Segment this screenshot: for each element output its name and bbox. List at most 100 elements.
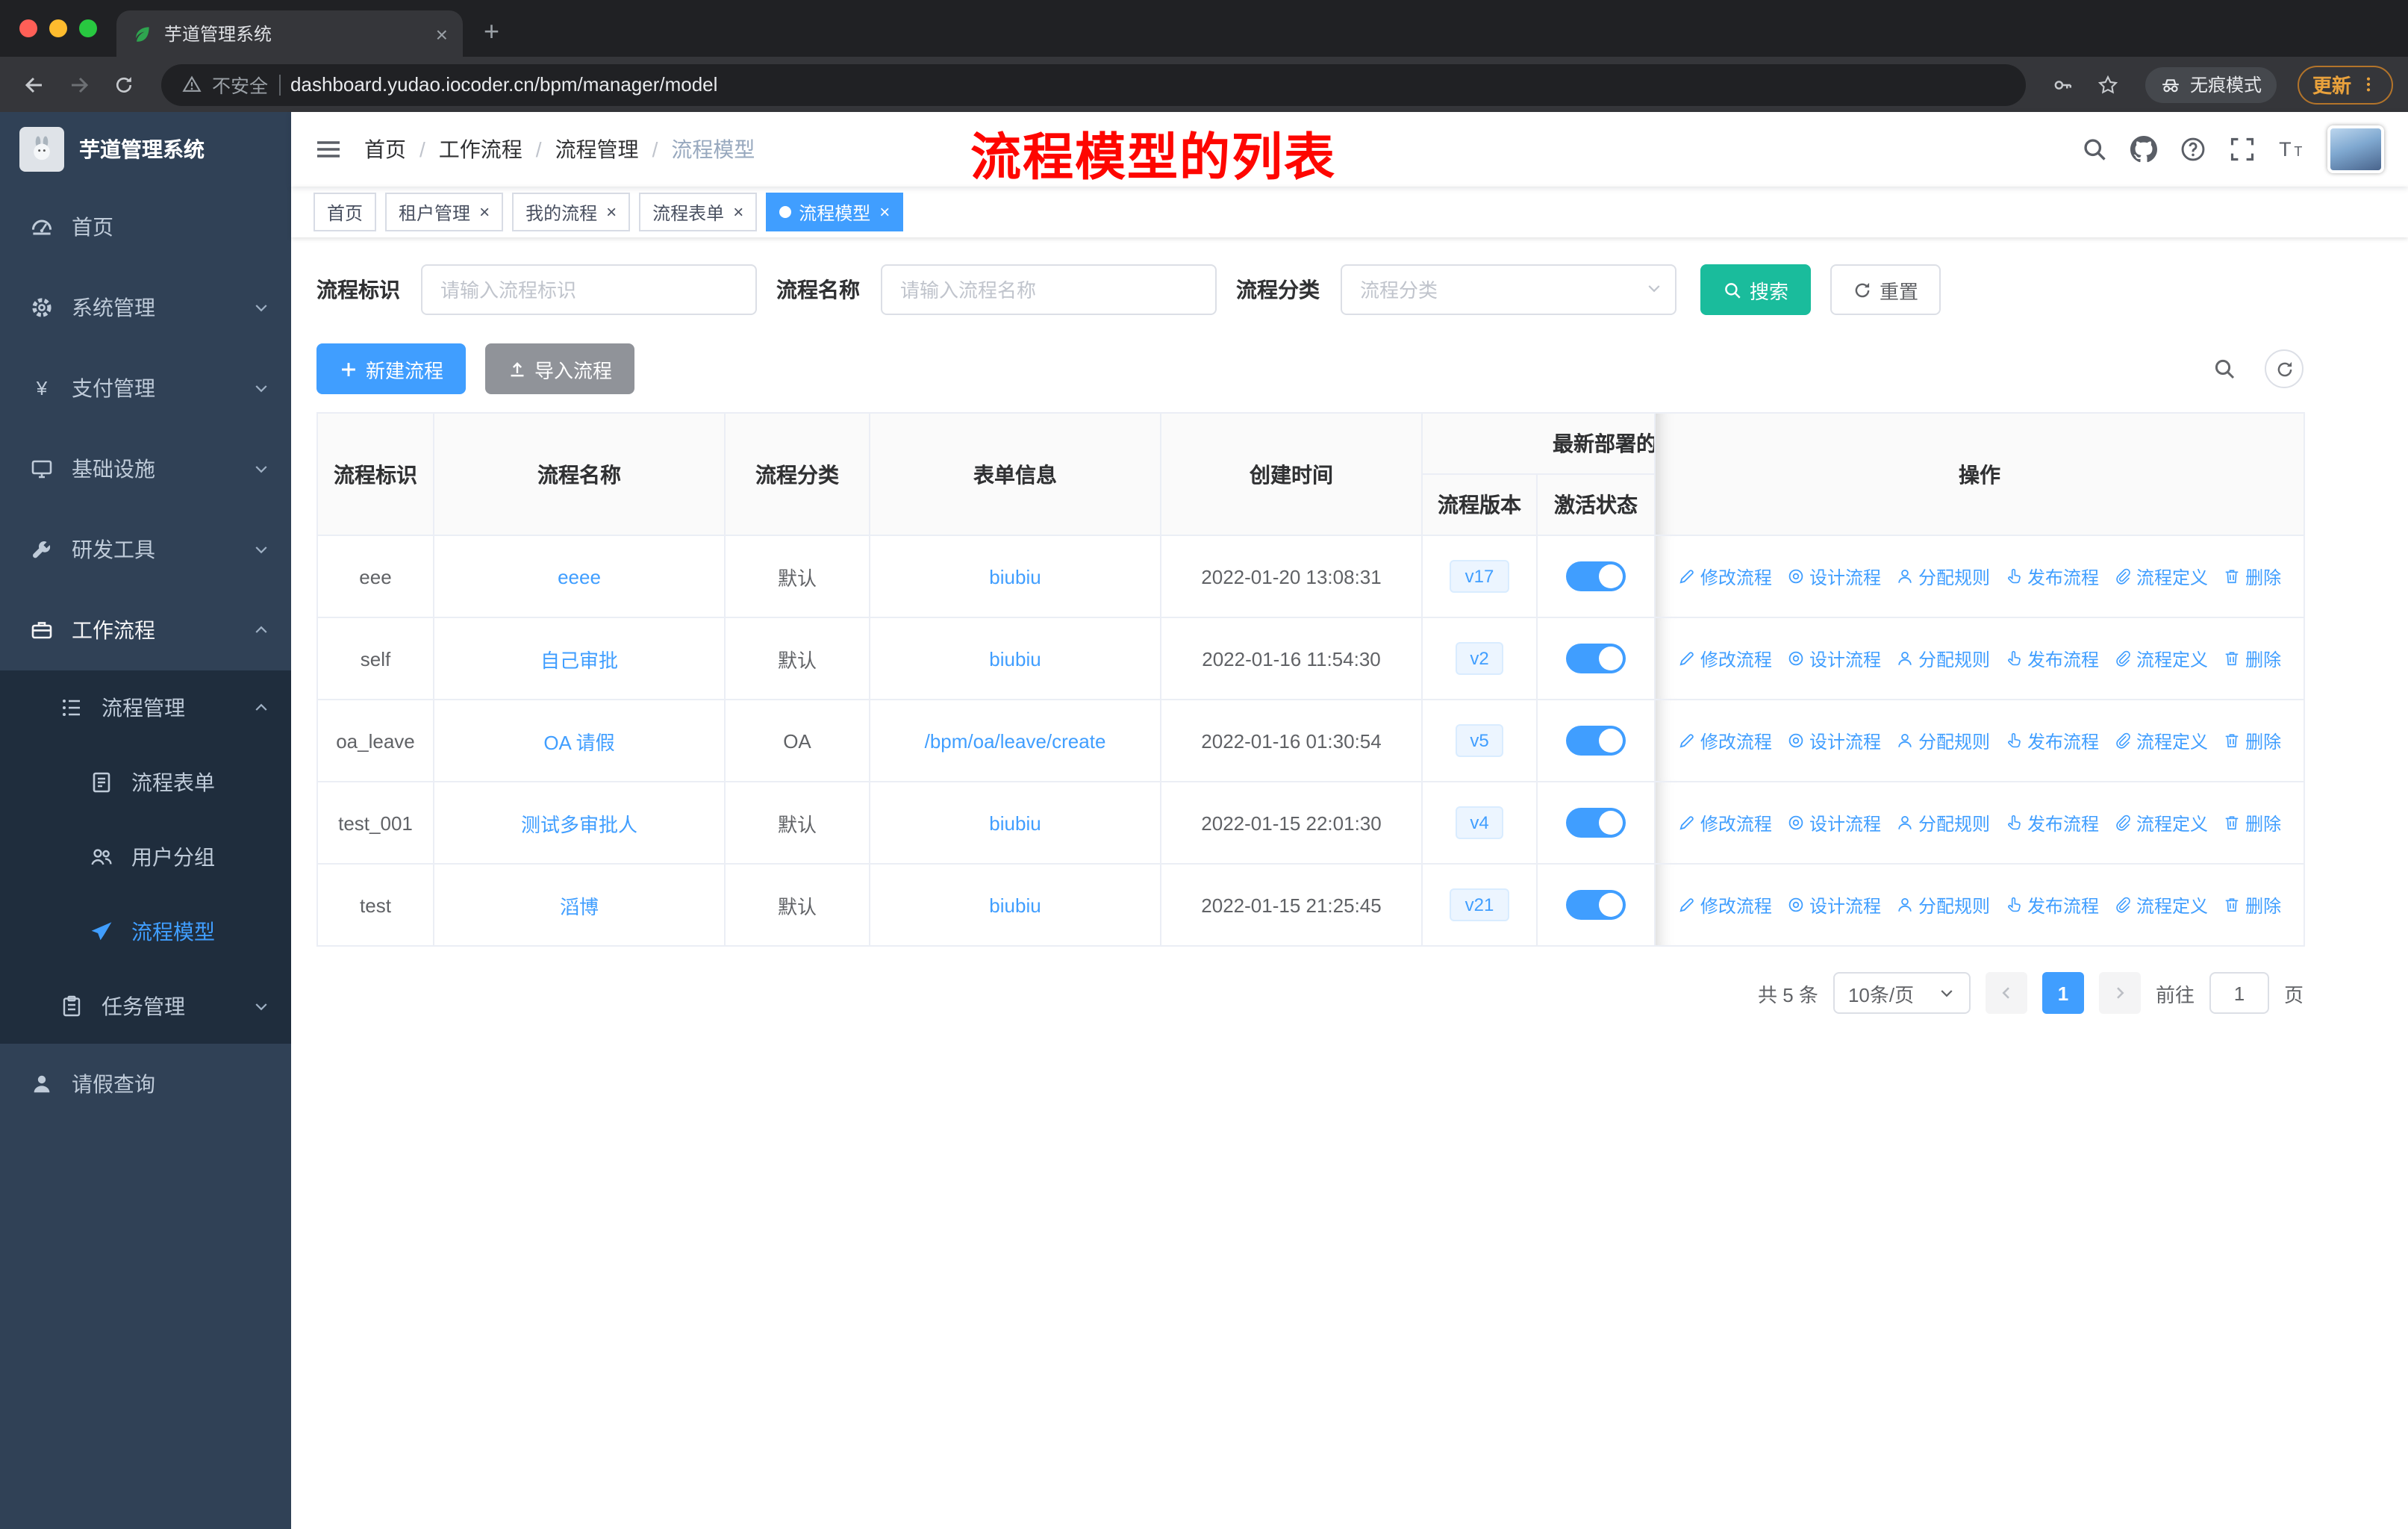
next-page-button[interactable] xyxy=(2098,972,2141,1014)
create-process-button[interactable]: 新建流程 xyxy=(316,343,467,394)
active-toggle[interactable] xyxy=(1566,726,1626,756)
page-size-select[interactable]: 10条/页 xyxy=(1832,972,1971,1014)
process-name-link[interactable]: 自己审批 xyxy=(540,649,618,671)
fullscreen-icon[interactable] xyxy=(2229,136,2256,163)
modify-process-link[interactable]: 修改流程 xyxy=(1678,728,1772,753)
table-refresh-button[interactable] xyxy=(2265,349,2303,388)
forward-button[interactable] xyxy=(60,65,99,104)
process-name-link[interactable]: OA 请假 xyxy=(543,731,614,753)
bookmark-star-icon[interactable] xyxy=(2089,65,2127,104)
delete-link[interactable]: 删除 xyxy=(2223,810,2281,835)
table-search-button[interactable] xyxy=(2205,349,2244,388)
design-process-link[interactable]: 设计流程 xyxy=(1787,564,1881,589)
tab-close-icon[interactable]: × xyxy=(436,22,448,46)
sidebar-item-process-form[interactable]: 流程表单 xyxy=(0,745,291,820)
close-icon[interactable]: × xyxy=(479,202,490,222)
form-info-link[interactable]: biubiu xyxy=(989,812,1041,834)
sidebar-item-task-mgmt[interactable]: 任务管理 xyxy=(0,969,291,1044)
tag-my-process[interactable]: 我的流程 × xyxy=(512,193,631,231)
form-info-link[interactable]: biubiu xyxy=(989,647,1041,670)
sidebar-item-workflow[interactable]: 工作流程 xyxy=(0,590,291,670)
process-definition-link[interactable]: 流程定义 xyxy=(2114,646,2208,671)
chrome-update-button[interactable]: 更新 xyxy=(2297,65,2393,104)
search-icon[interactable] xyxy=(2081,136,2108,163)
tag-tenant[interactable]: 租户管理 × xyxy=(385,193,504,231)
process-category-select-input[interactable] xyxy=(1341,264,1676,315)
publish-process-link[interactable]: 发布流程 xyxy=(2005,728,2099,753)
breadcrumb-item[interactable]: 流程管理 xyxy=(555,134,639,164)
tag-home[interactable]: 首页 xyxy=(314,193,377,231)
import-process-button[interactable]: 导入流程 xyxy=(485,343,635,394)
back-button[interactable] xyxy=(15,65,54,104)
publish-process-link[interactable]: 发布流程 xyxy=(2005,810,2099,835)
modify-process-link[interactable]: 修改流程 xyxy=(1678,810,1772,835)
sidebar-item-system[interactable]: 系统管理 xyxy=(0,267,291,348)
sidebar-item-leave-query[interactable]: 请假查询 xyxy=(0,1044,291,1124)
process-definition-link[interactable]: 流程定义 xyxy=(2114,892,2208,918)
sidebar-item-process-model[interactable]: 流程模型 xyxy=(0,894,291,969)
omnibox[interactable]: 不安全 dashboard.yudao.iocoder.cn/bpm/manag… xyxy=(161,63,2026,105)
assign-rule-link[interactable]: 分配规则 xyxy=(1896,646,1990,671)
app-logo[interactable]: 芋道管理系统 xyxy=(0,112,291,187)
modify-process-link[interactable]: 修改流程 xyxy=(1678,564,1772,589)
security-label[interactable]: 不安全 xyxy=(212,70,268,99)
reload-button[interactable] xyxy=(105,65,143,104)
active-toggle[interactable] xyxy=(1566,890,1626,920)
browser-tab[interactable]: 芋道管理系统 × xyxy=(116,10,463,57)
hamburger-icon[interactable] xyxy=(315,136,342,163)
active-toggle[interactable] xyxy=(1566,561,1626,591)
macos-zoom-button[interactable] xyxy=(79,19,97,37)
process-name-link[interactable]: eeee xyxy=(558,565,601,588)
close-icon[interactable]: × xyxy=(733,202,743,222)
form-info-link[interactable]: /bpm/oa/leave/create xyxy=(925,729,1106,752)
process-name-input[interactable] xyxy=(881,264,1217,315)
macos-minimize-button[interactable] xyxy=(49,19,67,37)
close-icon[interactable]: × xyxy=(879,202,890,222)
macos-close-button[interactable] xyxy=(19,19,37,37)
process-category-select[interactable] xyxy=(1341,264,1676,315)
prev-page-button[interactable] xyxy=(1985,972,2027,1014)
design-process-link[interactable]: 设计流程 xyxy=(1787,646,1881,671)
page-1-button[interactable]: 1 xyxy=(2042,972,2084,1014)
delete-link[interactable]: 删除 xyxy=(2223,564,2281,589)
tag-process-form[interactable]: 流程表单 × xyxy=(639,193,758,231)
publish-process-link[interactable]: 发布流程 xyxy=(2005,892,2099,918)
close-icon[interactable]: × xyxy=(606,202,617,222)
sidebar-item-infra[interactable]: 基础设施 xyxy=(0,429,291,509)
font-size-icon[interactable]: TT xyxy=(2278,136,2305,163)
active-toggle[interactable] xyxy=(1566,808,1626,838)
modify-process-link[interactable]: 修改流程 xyxy=(1678,892,1772,918)
design-process-link[interactable]: 设计流程 xyxy=(1787,728,1881,753)
process-key-input[interactable] xyxy=(421,264,757,315)
new-tab-button[interactable]: + xyxy=(484,16,499,48)
sidebar-item-home[interactable]: 首页 xyxy=(0,187,291,267)
tag-process-model[interactable]: 流程模型 × xyxy=(766,193,904,231)
delete-link[interactable]: 删除 xyxy=(2223,646,2281,671)
assign-rule-link[interactable]: 分配规则 xyxy=(1896,564,1990,589)
breadcrumb-item[interactable]: 工作流程 xyxy=(439,134,523,164)
process-definition-link[interactable]: 流程定义 xyxy=(2114,810,2208,835)
design-process-link[interactable]: 设计流程 xyxy=(1787,892,1881,918)
form-info-link[interactable]: biubiu xyxy=(989,565,1041,588)
assign-rule-link[interactable]: 分配规则 xyxy=(1896,810,1990,835)
help-icon[interactable] xyxy=(2180,136,2206,163)
publish-process-link[interactable]: 发布流程 xyxy=(2005,646,2099,671)
assign-rule-link[interactable]: 分配规则 xyxy=(1896,728,1990,753)
user-avatar[interactable] xyxy=(2327,125,2384,173)
process-name-link[interactable]: 测试多审批人 xyxy=(521,813,637,835)
publish-process-link[interactable]: 发布流程 xyxy=(2005,564,2099,589)
browser-menu-icon[interactable] xyxy=(2359,75,2378,94)
sidebar-item-user-group[interactable]: 用户分组 xyxy=(0,820,291,894)
delete-link[interactable]: 删除 xyxy=(2223,892,2281,918)
password-key-icon[interactable] xyxy=(2044,65,2083,104)
github-icon[interactable] xyxy=(2130,136,2157,163)
assign-rule-link[interactable]: 分配规则 xyxy=(1896,892,1990,918)
reset-button[interactable]: 重置 xyxy=(1830,264,1941,315)
search-button[interactable]: 搜索 xyxy=(1700,264,1812,315)
process-definition-link[interactable]: 流程定义 xyxy=(2114,564,2208,589)
process-definition-link[interactable]: 流程定义 xyxy=(2114,728,2208,753)
sidebar-item-payment[interactable]: ¥ 支付管理 xyxy=(0,348,291,429)
sidebar-item-process-mgmt[interactable]: 流程管理 xyxy=(0,670,291,745)
breadcrumb-item[interactable]: 首页 xyxy=(364,134,406,164)
modify-process-link[interactable]: 修改流程 xyxy=(1678,646,1772,671)
